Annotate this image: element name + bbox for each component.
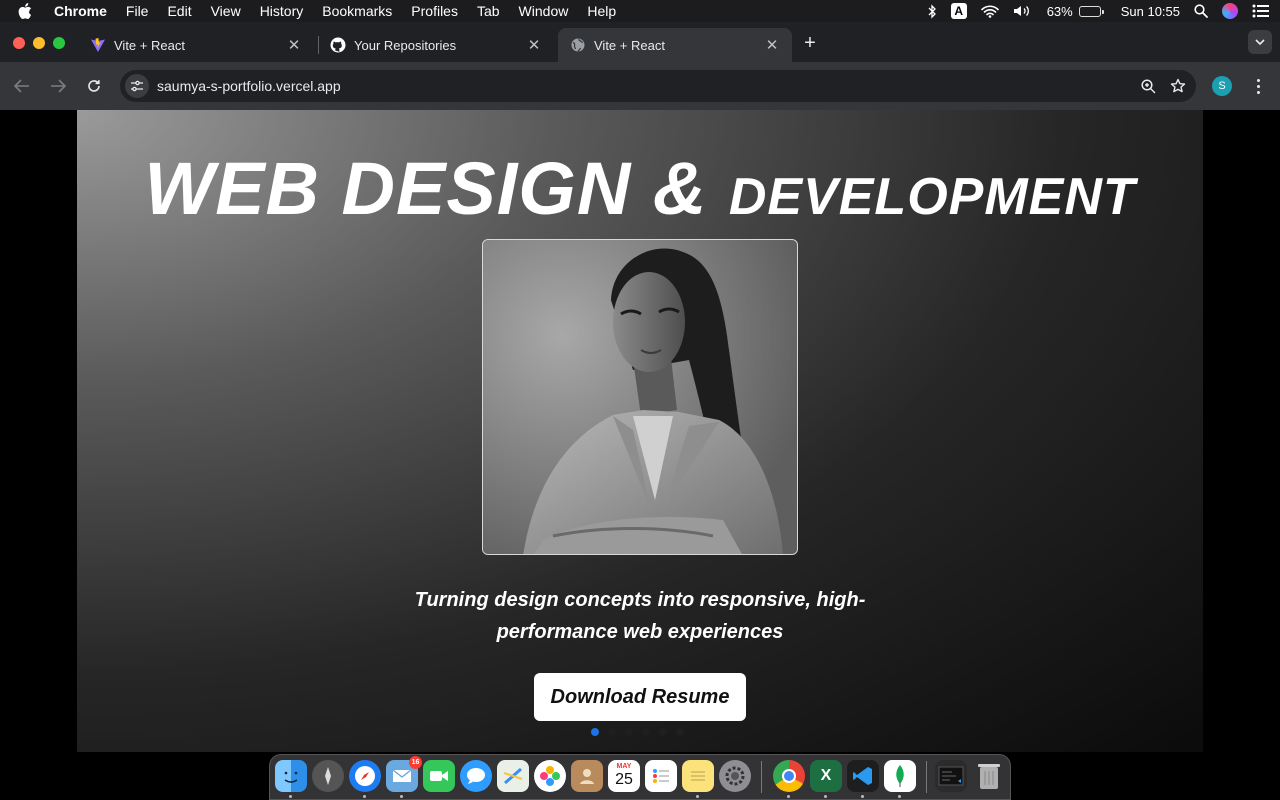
menu-window[interactable]: Window bbox=[519, 3, 569, 19]
chrome-toolbar: saumya-s-portfolio.vercel.app S bbox=[0, 62, 1280, 110]
calendar-day: 25 bbox=[615, 771, 633, 788]
launchpad-icon[interactable] bbox=[312, 760, 344, 792]
spotlight-search-icon[interactable] bbox=[1194, 4, 1208, 18]
menu-profiles[interactable]: Profiles bbox=[411, 3, 458, 19]
maps-icon[interactable] bbox=[497, 760, 529, 792]
globe-icon bbox=[570, 37, 586, 53]
tab-title: Your Repositories bbox=[354, 37, 457, 53]
bluetooth-icon[interactable] bbox=[927, 3, 937, 19]
tab-title: Vite + React bbox=[594, 37, 665, 53]
window-controls bbox=[13, 37, 73, 49]
carousel-dot[interactable] bbox=[608, 728, 616, 736]
back-arrow-icon[interactable] bbox=[10, 74, 34, 98]
bookmark-star-icon[interactable] bbox=[1170, 78, 1186, 94]
vite-icon bbox=[90, 37, 106, 53]
notes-icon[interactable] bbox=[682, 760, 714, 792]
apple-logo-icon[interactable] bbox=[18, 3, 38, 19]
facetime-icon[interactable] bbox=[423, 760, 455, 792]
mail-badge: 16 bbox=[409, 756, 422, 769]
system-settings-icon[interactable] bbox=[719, 760, 751, 792]
battery-icon[interactable] bbox=[1078, 5, 1104, 17]
portrait-photo bbox=[482, 239, 798, 555]
minimize-window-button[interactable] bbox=[33, 37, 45, 49]
site-info-tune-icon[interactable] bbox=[125, 74, 149, 98]
calendar-month: MAY bbox=[616, 763, 632, 770]
carousel-dot[interactable] bbox=[625, 728, 633, 736]
terminal-vscode-icon[interactable] bbox=[935, 760, 967, 792]
siri-icon[interactable] bbox=[1222, 3, 1238, 19]
menu-bookmarks[interactable]: Bookmarks bbox=[322, 3, 392, 19]
wifi-icon[interactable] bbox=[980, 5, 999, 18]
carousel-dot[interactable] bbox=[591, 728, 599, 736]
trash-icon[interactable] bbox=[973, 760, 1005, 792]
control-center-icon[interactable] bbox=[1252, 4, 1270, 18]
mongodb-compass-icon[interactable] bbox=[884, 760, 916, 792]
download-resume-button[interactable]: Download Resume bbox=[534, 673, 746, 721]
menu-edit[interactable]: Edit bbox=[167, 3, 191, 19]
menu-file[interactable]: File bbox=[126, 3, 149, 19]
reminders-icon[interactable] bbox=[645, 760, 677, 792]
finder-icon[interactable] bbox=[275, 760, 307, 792]
carousel-dot[interactable] bbox=[642, 728, 650, 736]
page-viewport: WEB DESIGN & DEVELOPMENT Turning design … bbox=[0, 110, 1280, 752]
chrome-tab-strip: Vite + React ✕ Your Repositories ✕ Vite … bbox=[0, 22, 1280, 62]
tab-vite-react-active[interactable]: Vite + React ✕ bbox=[558, 28, 792, 62]
hero-title-secondary: DEVELOPMENT bbox=[728, 168, 1136, 226]
excel-letter: X bbox=[820, 767, 832, 784]
photos-icon[interactable] bbox=[534, 760, 566, 792]
chrome-menu-kebab-icon[interactable] bbox=[1250, 75, 1266, 97]
battery-percent: 63% bbox=[1046, 3, 1073, 19]
tab-search-chevron-icon[interactable] bbox=[1248, 30, 1272, 54]
reload-icon[interactable] bbox=[82, 74, 106, 98]
fullscreen-window-button[interactable] bbox=[53, 37, 65, 49]
excel-icon[interactable]: X bbox=[810, 760, 842, 792]
chrome-icon[interactable] bbox=[773, 760, 805, 792]
hero-section: WEB DESIGN & DEVELOPMENT Turning design … bbox=[77, 110, 1203, 752]
close-tab-icon[interactable]: ✕ bbox=[764, 37, 780, 54]
status-area: A 63% Sun 10:55 bbox=[913, 0, 1270, 22]
input-source-icon[interactable]: A bbox=[950, 3, 967, 19]
menu-history[interactable]: History bbox=[260, 3, 304, 19]
zoom-icon[interactable] bbox=[1141, 78, 1156, 94]
contacts-icon[interactable] bbox=[571, 760, 603, 792]
hero-title: WEB DESIGN & DEVELOPMENT bbox=[77, 146, 1203, 231]
macos-menubar: Chrome File Edit View History Bookmarks … bbox=[0, 0, 1280, 22]
hero-tagline: Turning design concepts into responsive,… bbox=[414, 589, 866, 643]
profile-avatar[interactable]: S bbox=[1212, 76, 1232, 96]
mail-icon[interactable]: 16 bbox=[386, 756, 422, 792]
carousel-dot[interactable] bbox=[659, 728, 667, 736]
address-bar-actions bbox=[1127, 70, 1186, 102]
calendar-icon[interactable]: MAY 25 bbox=[608, 760, 640, 792]
new-tab-plus-icon[interactable]: + bbox=[800, 33, 820, 53]
clock[interactable]: Sun 10:55 bbox=[1121, 4, 1180, 19]
hero-title-main: WEB DESIGN & bbox=[144, 147, 729, 230]
menu-view[interactable]: View bbox=[211, 3, 241, 19]
vscode-icon[interactable] bbox=[847, 760, 879, 792]
tab-your-repositories[interactable]: Your Repositories ✕ bbox=[318, 28, 554, 62]
address-bar[interactable]: saumya-s-portfolio.vercel.app bbox=[120, 70, 1196, 102]
menu-tab[interactable]: Tab bbox=[477, 3, 500, 19]
macos-dock: 16 MAY 25 X bbox=[269, 754, 1011, 800]
github-icon bbox=[330, 37, 346, 53]
safari-icon[interactable] bbox=[349, 760, 381, 792]
tab-vite-react-1[interactable]: Vite + React ✕ bbox=[78, 28, 314, 62]
forward-arrow-icon[interactable] bbox=[46, 74, 70, 98]
volume-icon[interactable] bbox=[1013, 4, 1033, 18]
close-window-button[interactable] bbox=[13, 37, 25, 49]
carousel-dot[interactable] bbox=[676, 728, 684, 736]
close-tab-icon[interactable]: ✕ bbox=[286, 37, 302, 54]
menu-app-chrome[interactable]: Chrome bbox=[54, 3, 107, 19]
tab-title: Vite + React bbox=[114, 37, 185, 53]
close-tab-icon[interactable]: ✕ bbox=[526, 37, 542, 54]
menu-help[interactable]: Help bbox=[587, 3, 616, 19]
url-text[interactable]: saumya-s-portfolio.vercel.app bbox=[157, 78, 341, 94]
messages-icon[interactable] bbox=[460, 760, 492, 792]
carousel-pagination bbox=[591, 728, 693, 736]
